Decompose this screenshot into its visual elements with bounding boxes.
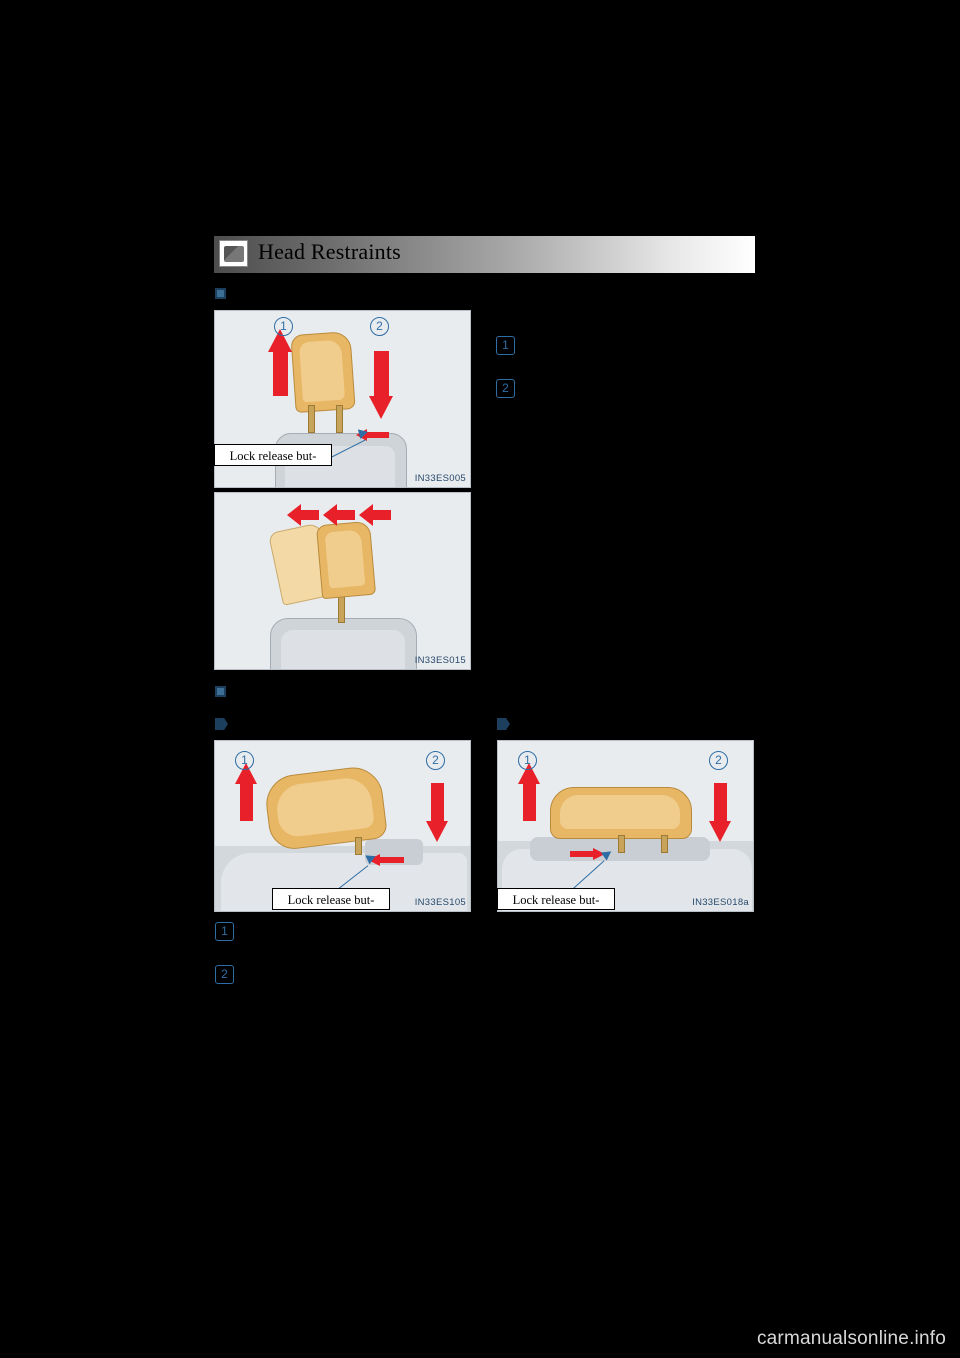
rear-center-arrow-press-shaft — [570, 851, 594, 857]
callout-lock-release-button-3: Lock release but- — [497, 888, 615, 910]
body-number-2: 2 — [496, 379, 515, 398]
seat-icon — [219, 240, 248, 267]
figure3-number-2: 2 — [426, 751, 445, 770]
figure-rear-outboard-headrest: 1 2 IN33ES105 — [214, 740, 471, 912]
figure-code-3: IN33ES105 — [414, 897, 466, 908]
figure-front-headrest-tilt: IN33ES015 — [214, 492, 471, 670]
tilt-arrow-3-head — [359, 504, 373, 526]
callout-lock-release-button-1: Lock release but- — [214, 444, 332, 466]
sub-marker-right — [497, 718, 510, 730]
head-restraint-highlight-2 — [324, 529, 366, 589]
page-root: Head Restraints 1 2 IN33ES005 Lock relea… — [0, 0, 960, 1358]
headrest-post-left — [308, 405, 315, 433]
rear-arrow-up-shaft — [240, 783, 253, 821]
rear-arrow-press-shaft — [380, 857, 404, 863]
head-restraint-highlight — [298, 339, 346, 403]
rear-center-post-right — [661, 835, 668, 853]
rear-center-arrow-down-head — [709, 821, 731, 842]
arrow-down-shaft — [374, 351, 389, 396]
rear-center-arrow-down-shaft — [714, 783, 727, 821]
figure-rear-center-headrest: 1 2 IN33ES018a — [497, 740, 754, 912]
tilt-arrow-1-head — [287, 504, 301, 526]
rear-arrow-down-shaft — [431, 783, 444, 821]
headrest-post-right — [336, 405, 343, 433]
rear-center-head-restraint-highlight — [560, 795, 680, 829]
arrow-up-shaft — [273, 351, 288, 396]
figure-number-2: 2 — [370, 317, 389, 336]
section-marker-1 — [215, 288, 226, 299]
rear-post-right — [355, 837, 362, 855]
body-number-3: 1 — [215, 922, 234, 941]
figure3-number-1: 1 — [235, 751, 254, 770]
body-number-1: 1 — [496, 336, 515, 355]
tilt-arrow-2-head — [323, 504, 337, 526]
tilt-arrow-1-shaft — [301, 510, 319, 520]
section-marker-2 — [215, 686, 226, 697]
rear-center-arrow-up-shaft — [523, 783, 536, 821]
figure4-number-1: 1 — [518, 751, 537, 770]
tilt-arrow-2-shaft — [337, 510, 355, 520]
rear-center-post-left — [618, 835, 625, 853]
watermark: carmanualsonline.info — [756, 1328, 946, 1349]
sub-marker-left — [215, 718, 228, 730]
figure4-number-2: 2 — [709, 751, 728, 770]
seat-icon-glyph — [224, 246, 244, 262]
seat-back-inner-2 — [281, 630, 405, 669]
body-number-4: 2 — [215, 965, 234, 984]
arrow-down-head — [369, 396, 393, 419]
figure-code: IN33ES005 — [414, 473, 466, 484]
figure-number-1: 1 — [274, 317, 293, 336]
tilt-arrow-3-shaft — [373, 510, 391, 520]
page-title: Head Restraints — [258, 239, 401, 264]
rear-arrow-down-head — [426, 821, 448, 842]
figure-code-4: IN33ES018a — [692, 897, 749, 908]
arrow-press-shaft — [367, 432, 389, 438]
figure-code-2: IN33ES015 — [414, 655, 466, 666]
callout-lock-release-button-2: Lock release but- — [272, 888, 390, 910]
